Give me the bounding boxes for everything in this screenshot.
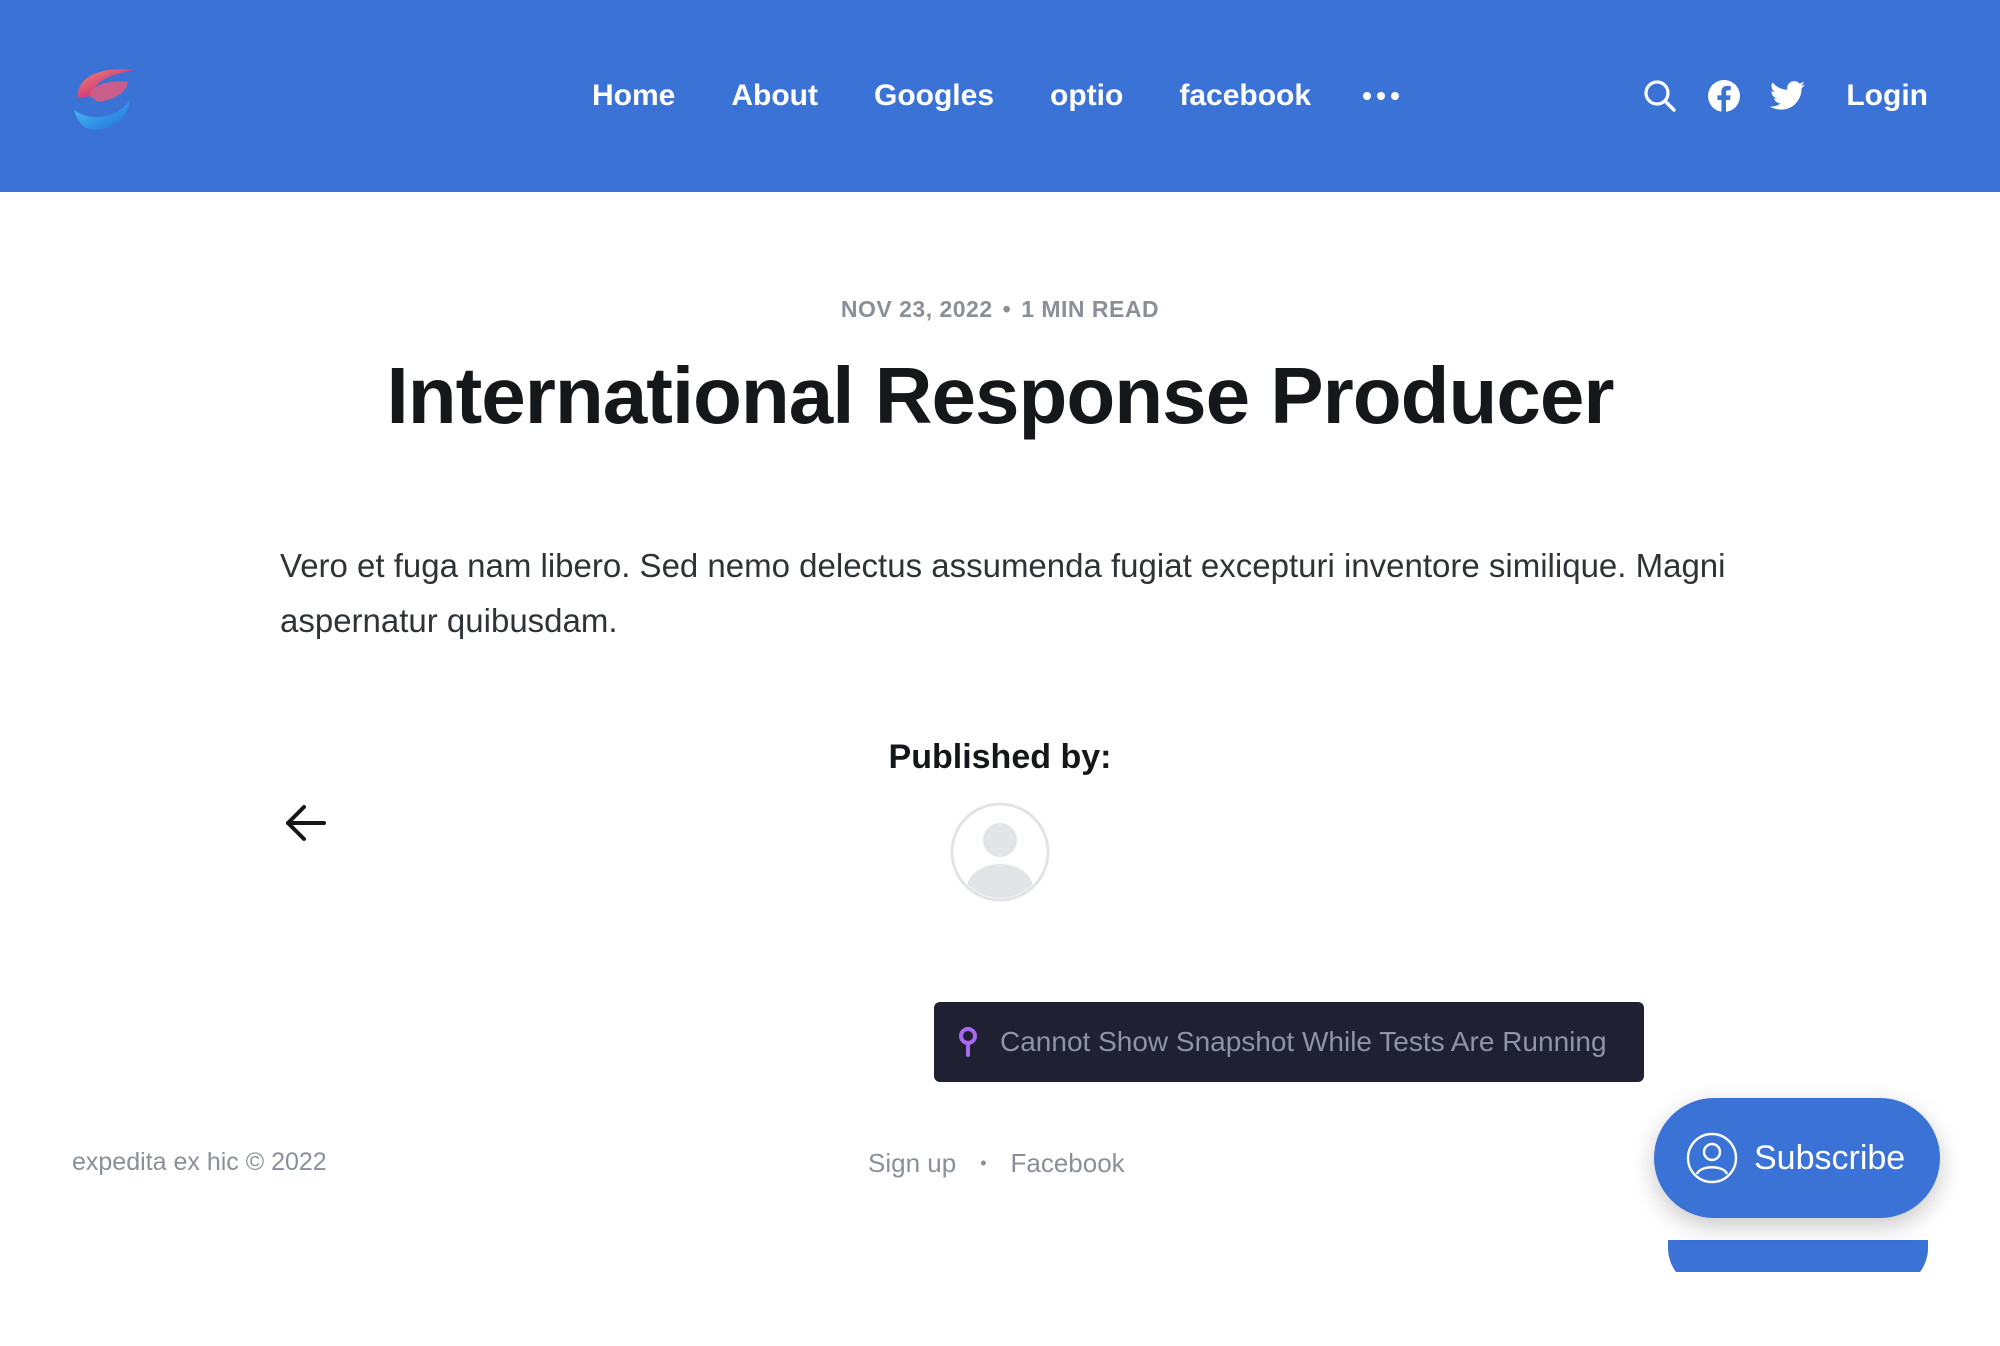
more-dots-icon[interactable] [1363, 92, 1400, 100]
post-meta: NOV 23, 2022 • 1 MIN READ [0, 296, 2000, 323]
nav-optio[interactable]: optio [1050, 79, 1123, 113]
user-circle-icon [1686, 1132, 1738, 1184]
dot [1391, 92, 1400, 100]
dot [1363, 92, 1372, 100]
subscribe-button[interactable]: Subscribe [1654, 1098, 1940, 1218]
nav-facebook[interactable]: facebook [1179, 79, 1311, 113]
pin-icon [956, 1026, 980, 1058]
site-header: Home About Googles optio facebook Login [0, 0, 2000, 192]
post-body: Vero et fuga nam libero. Sed nemo delect… [280, 547, 1726, 639]
footer-link-signup[interactable]: Sign up [868, 1148, 956, 1179]
footer-separator: • [980, 1153, 987, 1173]
header-actions: Login [1642, 66, 1928, 126]
arrow-left-icon[interactable] [282, 800, 328, 846]
dot [1377, 92, 1386, 100]
main-nav: Home About Googles optio facebook [592, 66, 1400, 126]
meta-separator: • [1002, 296, 1012, 322]
post-title: International Response Producer [386, 351, 1614, 440]
reading-time: 1 MIN READ [1021, 296, 1160, 322]
snapshot-toast: Cannot Show Snapshot While Tests Are Run… [934, 1002, 1644, 1082]
post-date: NOV 23, 2022 [840, 296, 993, 322]
published-by-label: Published by: [888, 738, 1112, 776]
nav-home[interactable]: Home [592, 79, 675, 113]
footer-copyright: expedita ex hic © 2022 [72, 1148, 327, 1176]
facebook-icon[interactable] [1706, 78, 1742, 114]
brand-logo-icon[interactable] [68, 60, 140, 132]
nav-googles[interactable]: Googles [874, 79, 994, 113]
footer-links: Sign up • Facebook [868, 1148, 1125, 1179]
search-icon[interactable] [1642, 78, 1678, 114]
subscribe-label: Subscribe [1754, 1138, 1906, 1177]
twitter-icon[interactable] [1770, 78, 1806, 114]
toast-message: Cannot Show Snapshot While Tests Are Run… [1000, 1026, 1607, 1057]
footer-link-facebook[interactable]: Facebook [1011, 1148, 1125, 1179]
page-bottom-mask [1640, 1272, 1960, 1346]
author-avatar[interactable] [950, 802, 1050, 902]
login-link[interactable]: Login [1846, 79, 1928, 113]
nav-about[interactable]: About [731, 79, 818, 113]
